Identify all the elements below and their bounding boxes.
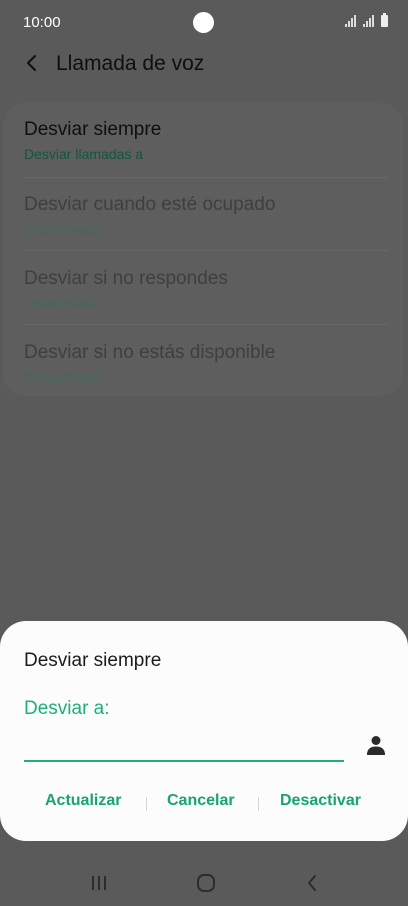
action-separator [258, 797, 259, 811]
cancel-button[interactable]: Cancelar [167, 792, 235, 810]
list-item-title: Desviar cuando esté ocupado [24, 194, 276, 215]
list-item-forward-always[interactable]: Desviar siempre Desviar llamadas a [3, 103, 403, 177]
back-icon[interactable] [299, 870, 325, 896]
list-item-forward-busy[interactable]: Desviar cuando esté ocupado Desactivado [3, 177, 403, 251]
forward-always-dialog: Desviar siempre Desviar a: Actualizar Ca… [0, 621, 408, 841]
list-item-subtitle: Desactivado [24, 295, 102, 311]
status-time: 10:00 [23, 14, 61, 31]
list-item-subtitle: Desactivado [24, 369, 102, 385]
status-bar: 10:00 [0, 0, 408, 46]
battery-icon [381, 13, 388, 27]
status-icons [345, 13, 388, 27]
person-icon[interactable] [364, 733, 388, 757]
chevron-left-icon[interactable] [20, 51, 44, 75]
recent-apps-icon[interactable] [86, 870, 112, 896]
list-item-subtitle: Desactivado [24, 221, 102, 237]
list-item-forward-no-answer[interactable]: Desviar si no respondes Desactivado [3, 250, 403, 324]
navigation-bar [0, 858, 408, 906]
action-separator [146, 797, 147, 811]
dialog-actions: Actualizar Cancelar Desactivar [0, 792, 408, 820]
list-item-subtitle: Desviar llamadas a [24, 146, 144, 162]
app-header: Llamada de voz [0, 46, 408, 82]
list-item-title: Desviar si no estás disponible [24, 342, 276, 363]
forward-number-input[interactable] [24, 730, 344, 762]
page-title: Llamada de voz [56, 52, 205, 75]
forwarding-options-list: Desviar siempre Desviar llamadas a Desvi… [3, 103, 403, 396]
dialog-title: Desviar siempre [24, 650, 162, 671]
front-camera [193, 12, 214, 33]
update-button[interactable]: Actualizar [45, 792, 121, 810]
home-icon[interactable] [193, 870, 219, 896]
list-item-title: Desviar siempre [24, 119, 162, 140]
deactivate-button[interactable]: Desactivar [280, 792, 361, 810]
list-item-forward-unavailable[interactable]: Desviar si no estás disponible Desactiva… [3, 324, 403, 398]
wifi-signal-icon [345, 15, 356, 27]
list-item-title: Desviar si no respondes [24, 268, 228, 289]
cell-signal-icon [363, 15, 374, 27]
forward-to-label: Desviar a: [24, 698, 110, 719]
screen: 10:00 Llamada de voz Desviar siempre Des… [0, 0, 408, 906]
